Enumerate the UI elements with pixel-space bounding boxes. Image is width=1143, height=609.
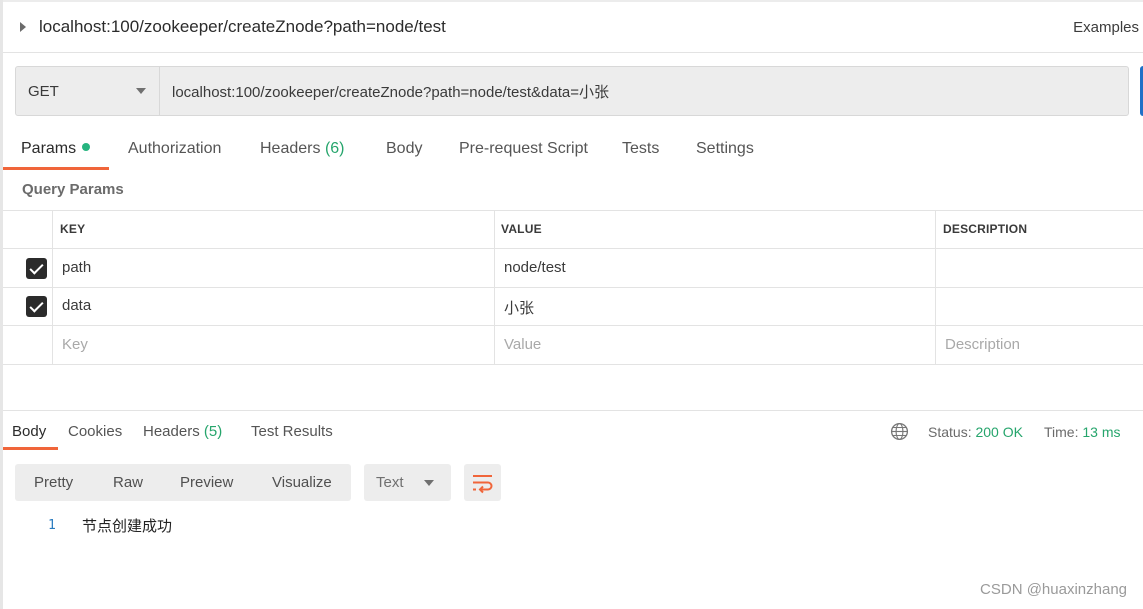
pretty-button[interactable]: Pretty bbox=[34, 474, 73, 491]
url-input[interactable] bbox=[161, 67, 1127, 115]
raw-button[interactable]: Raw bbox=[113, 474, 143, 491]
response-time: Time: 13 ms bbox=[1044, 424, 1121, 440]
param-value[interactable]: 小张 bbox=[504, 297, 534, 318]
tab-pre-request-script[interactable]: Pre-request Script bbox=[459, 140, 588, 158]
value-placeholder[interactable]: Value bbox=[504, 336, 541, 353]
request-title[interactable]: localhost:100/zookeeper/createZnode?path… bbox=[39, 17, 446, 37]
time-value: 13 ms bbox=[1082, 424, 1121, 440]
table-row-new: Key Value Description bbox=[3, 326, 1143, 365]
response-tab-headers[interactable]: Headers (5) bbox=[143, 423, 222, 440]
row-checkbox[interactable] bbox=[26, 258, 47, 279]
status-label: Status: bbox=[928, 424, 972, 440]
time-label: Time: bbox=[1044, 424, 1079, 440]
params-active-dot-icon bbox=[82, 142, 91, 151]
tab-authorization[interactable]: Authorization bbox=[128, 140, 221, 158]
param-key[interactable]: path bbox=[62, 259, 91, 276]
preview-button[interactable]: Preview bbox=[180, 474, 233, 491]
query-params-heading: Query Params bbox=[22, 181, 124, 198]
active-response-tab-indicator bbox=[3, 447, 58, 450]
globe-icon[interactable] bbox=[890, 422, 909, 441]
param-value[interactable]: node/test bbox=[504, 259, 566, 276]
response-tab-body[interactable]: Body bbox=[12, 423, 46, 440]
wrap-lines-button[interactable] bbox=[464, 464, 501, 501]
column-divider bbox=[935, 210, 936, 364]
column-divider bbox=[52, 210, 53, 364]
response-tab-test-results[interactable]: Test Results bbox=[251, 423, 333, 440]
tab-body[interactable]: Body bbox=[386, 140, 422, 158]
tab-params[interactable]: Params bbox=[21, 140, 91, 158]
method-select[interactable]: GET bbox=[16, 67, 160, 115]
wrap-lines-icon bbox=[473, 475, 493, 494]
examples-link[interactable]: Examples bbox=[1073, 19, 1139, 36]
line-number: 1 bbox=[48, 518, 56, 533]
param-key[interactable]: data bbox=[62, 297, 91, 314]
row-checkbox[interactable] bbox=[26, 296, 47, 317]
table-header-row: KEY VALUE DESCRIPTION bbox=[3, 210, 1143, 249]
expand-caret-icon[interactable] bbox=[20, 22, 26, 32]
watermark: CSDN @huaxinzhang bbox=[980, 581, 1127, 598]
tab-params-label: Params bbox=[21, 140, 77, 157]
tab-headers[interactable]: Headers (6) bbox=[260, 140, 345, 158]
response-body-line[interactable]: 节点创建成功 bbox=[82, 515, 172, 536]
chevron-down-icon bbox=[424, 480, 434, 486]
status-value: 200 OK bbox=[975, 424, 1023, 440]
tab-headers-label: Headers bbox=[260, 140, 321, 157]
tab-tests[interactable]: Tests bbox=[622, 140, 659, 158]
response-status: Status: 200 OK bbox=[928, 424, 1023, 440]
column-header-description: DESCRIPTION bbox=[943, 222, 1028, 236]
visualize-button[interactable]: Visualize bbox=[272, 474, 332, 491]
table-row: data 小张 bbox=[3, 288, 1143, 326]
request-title-bar: localhost:100/zookeeper/createZnode?path… bbox=[3, 2, 1143, 53]
key-placeholder[interactable]: Key bbox=[62, 336, 88, 353]
format-select[interactable]: Text bbox=[364, 464, 451, 501]
response-divider bbox=[3, 410, 1143, 411]
response-headers-count: (5) bbox=[203, 423, 223, 440]
description-placeholder[interactable]: Description bbox=[945, 336, 1020, 353]
method-label: GET bbox=[28, 83, 59, 100]
view-mode-group: Pretty Raw Preview Visualize bbox=[15, 464, 351, 501]
request-tabs: Params Authorization Headers (6) Body Pr… bbox=[3, 130, 1143, 172]
tab-headers-count: (6) bbox=[324, 140, 345, 157]
chevron-down-icon bbox=[136, 88, 146, 94]
url-bar: GET bbox=[15, 66, 1129, 116]
column-header-value: VALUE bbox=[501, 222, 542, 236]
active-tab-indicator bbox=[3, 167, 109, 170]
response-tab-cookies[interactable]: Cookies bbox=[68, 423, 122, 440]
column-divider bbox=[494, 210, 495, 364]
format-label: Text bbox=[376, 474, 404, 491]
tab-settings[interactable]: Settings bbox=[696, 140, 754, 158]
table-row: path node/test bbox=[3, 249, 1143, 288]
column-header-key: KEY bbox=[60, 222, 86, 236]
response-tab-headers-label: Headers bbox=[143, 423, 200, 440]
